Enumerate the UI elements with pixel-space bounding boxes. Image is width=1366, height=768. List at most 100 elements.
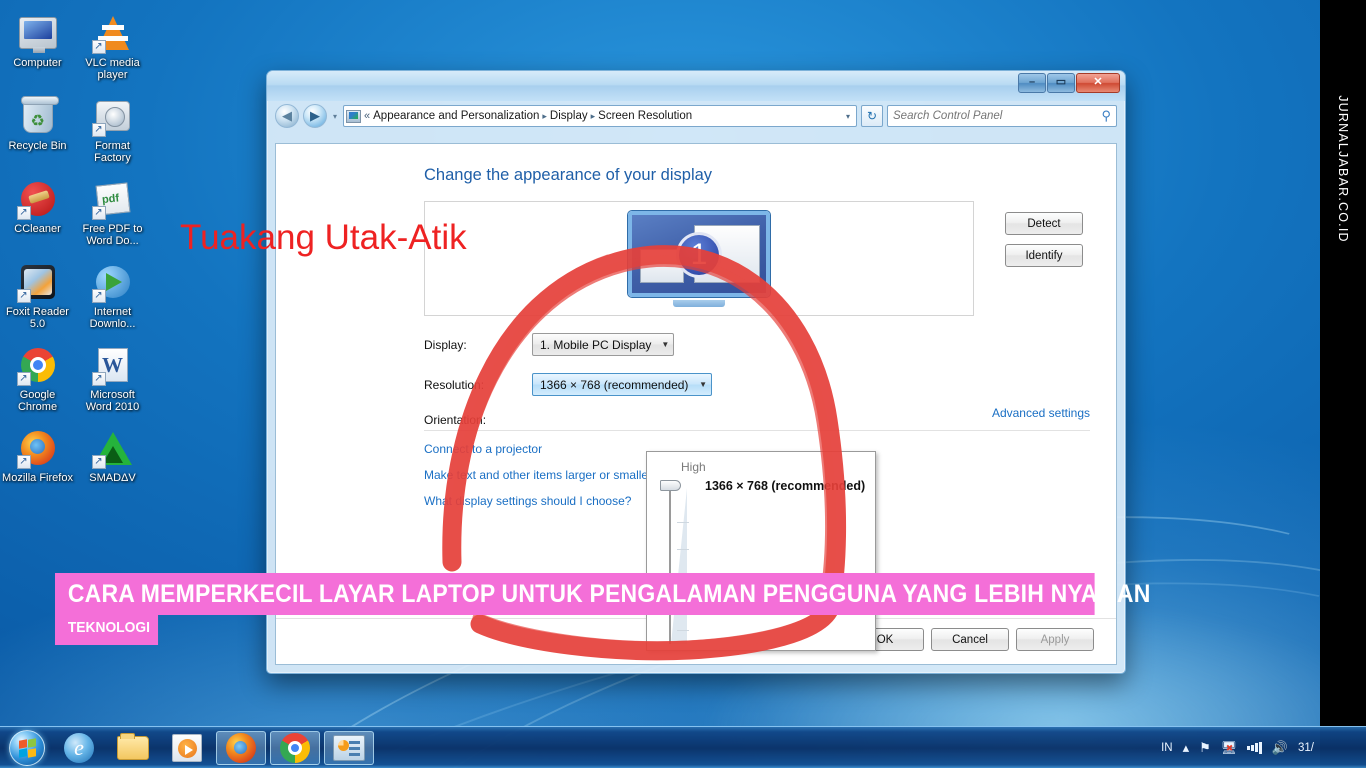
watermark-text: JURNALJABAR.CO.ID: [1336, 95, 1350, 243]
desktop-icon-label: VLC media player: [85, 57, 140, 81]
refresh-button[interactable]: ↻: [861, 105, 883, 127]
resolution-option-1366x768[interactable]: 1366 × 768 (recommended): [705, 479, 865, 493]
display-field-row: Display: 1. Mobile PC Display ▼: [424, 333, 1090, 356]
taskbar-item-control-panel[interactable]: [324, 730, 374, 765]
desktop-icon-label: Internet Downlo...: [89, 306, 136, 330]
orientation-field-row: Orientation:: [424, 413, 1090, 427]
link-what-display-settings[interactable]: What display settings should I choose?: [424, 494, 652, 508]
window-navigation-bar: ◀ ▶ ▾ « Appearance and Personalization ▸…: [275, 101, 1117, 131]
chrome-icon: [280, 732, 310, 763]
resolution-field-row: Resolution: 1366 × 768 (recommended) ▼: [424, 373, 1090, 396]
page-title: Change the appearance of your display: [424, 166, 713, 184]
shortcut-arrow-icon: ↗: [91, 455, 106, 469]
firefox-icon: ↗: [16, 427, 59, 469]
shortcut-arrow-icon: ↗: [91, 40, 106, 54]
link-make-text-larger[interactable]: Make text and other items larger or smal…: [424, 468, 652, 482]
resolution-slider-thumb[interactable]: [660, 480, 681, 491]
breadcrumb-dropdown-icon[interactable]: ▾: [842, 112, 854, 121]
desktop-icon-computer[interactable]: Computer: [0, 6, 75, 89]
display-number-badge: 1: [676, 232, 722, 278]
desktop-icon-label: Format Factory: [94, 140, 131, 164]
advanced-settings-link[interactable]: Advanced settings: [992, 406, 1090, 420]
desktop-icon-free-pdf-to-word[interactable]: ↗ Free PDF to Word Do...: [75, 172, 150, 255]
vlc-icon: ↗: [91, 12, 134, 54]
ccleaner-icon: ↗: [16, 178, 59, 220]
taskbar-item-windows-media-player[interactable]: [162, 731, 212, 765]
breadcrumb-overflow-icon[interactable]: «: [364, 110, 370, 122]
identify-button[interactable]: Identify: [1005, 244, 1083, 267]
desktop-icon-format-factory[interactable]: ↗ Format Factory: [75, 89, 150, 172]
system-tray: IN ▴ ⚑ 🖥 🔊 31/: [1161, 740, 1366, 756]
breadcrumb-item-appearance[interactable]: Appearance and Personalization: [373, 110, 539, 122]
control-panel-icon: [333, 734, 365, 761]
desktop-icon-mozilla-firefox[interactable]: ↗ Mozilla Firefox: [0, 421, 75, 492]
monitor-screen: 1: [628, 211, 770, 297]
control-panel-icon: [346, 109, 362, 123]
link-connect-to-projector[interactable]: Connect to a projector: [424, 442, 652, 456]
preview-action-buttons: Detect Identify: [983, 212, 1083, 276]
desktop-icon-ccleaner[interactable]: ↗ CCleaner: [0, 172, 75, 255]
folder-icon: [117, 732, 149, 760]
desktop-icon-vlc-media-player[interactable]: ↗ VLC media player: [75, 6, 150, 89]
word-icon: ↗: [91, 344, 134, 386]
red-annotation-headline: Tuakang Utak-Atik: [180, 218, 467, 257]
detect-button[interactable]: Detect: [1005, 212, 1083, 235]
breadcrumb-item-screen-resolution[interactable]: Screen Resolution: [598, 110, 692, 122]
desktop-icon-label: Microsoft Word 2010: [85, 389, 140, 413]
start-button[interactable]: [4, 729, 50, 767]
resolution-select[interactable]: 1366 × 768 (recommended) ▼: [532, 373, 712, 396]
desktop-icon-foxit-reader[interactable]: ↗ Foxit Reader 5.0: [0, 255, 75, 338]
recycle-bin-icon: [17, 95, 59, 137]
signal-icon[interactable]: [1247, 741, 1262, 754]
desktop-icon-label: Google Chrome: [17, 389, 58, 413]
minimize-button[interactable]: –: [1018, 73, 1046, 93]
back-button[interactable]: ◀: [275, 104, 299, 128]
clock[interactable]: 31/: [1298, 742, 1314, 754]
desktop-icon-google-chrome[interactable]: ↗ Google Chrome: [0, 338, 75, 421]
display-preview-panel: 1 Detect Identify: [424, 201, 1083, 316]
shortcut-arrow-icon: ↗: [91, 123, 106, 137]
desktop-icon-recycle-bin[interactable]: Recycle Bin: [0, 89, 75, 172]
maximize-button[interactable]: ▭: [1047, 73, 1075, 93]
recent-pages-caret-icon[interactable]: ▾: [331, 112, 339, 121]
language-indicator[interactable]: IN: [1161, 742, 1173, 754]
resolution-select-value: 1366 × 768 (recommended): [540, 377, 689, 392]
desktop-icon-label: Recycle Bin: [8, 140, 67, 152]
media-player-icon: [172, 733, 202, 762]
network-icon[interactable]: 🖥: [1221, 740, 1238, 756]
forward-button[interactable]: ▶: [303, 104, 327, 128]
shortcut-arrow-icon: ↗: [16, 289, 31, 303]
search-box[interactable]: ⚲: [887, 105, 1117, 127]
desktop-icon-label: CCleaner: [14, 223, 61, 235]
window-controls: – ▭ ✕: [1018, 73, 1120, 93]
watermark: JURNALJABAR.CO.ID: [1320, 62, 1366, 282]
foxit-reader-icon: ↗: [16, 261, 59, 303]
shortcut-arrow-icon: ↗: [91, 289, 106, 303]
taskbar-item-google-chrome[interactable]: [270, 730, 320, 765]
breadcrumb[interactable]: « Appearance and Personalization ▸ Displ…: [343, 105, 857, 127]
desktop-icon-internet-download-manager[interactable]: ↗ Internet Downlo...: [75, 255, 150, 338]
display-select[interactable]: 1. Mobile PC Display ▼: [532, 333, 675, 356]
search-input[interactable]: [893, 110, 1102, 122]
desktop-icon-label: Mozilla Firefox: [2, 472, 73, 484]
desktop-icon-microsoft-word[interactable]: ↗ Microsoft Word 2010: [75, 338, 150, 421]
breadcrumb-separator-icon: ▸: [542, 110, 547, 121]
chrome-icon: ↗: [16, 344, 59, 386]
close-button[interactable]: ✕: [1076, 73, 1120, 93]
desktop-icon-smadav[interactable]: ↗ SMADΔV: [75, 421, 150, 492]
resolution-quality-label: High: [681, 460, 706, 474]
internet-download-manager-icon: ↗: [91, 261, 134, 303]
action-center-flag-icon[interactable]: ⚑: [1199, 740, 1211, 756]
breadcrumb-item-display[interactable]: Display: [550, 110, 588, 122]
taskbar-item-internet-explorer[interactable]: [54, 731, 104, 765]
taskbar-item-windows-explorer[interactable]: [108, 731, 158, 765]
pdf-to-word-icon: ↗: [91, 178, 134, 220]
window-titlebar[interactable]: – ▭ ✕: [267, 71, 1125, 101]
show-hidden-icons-button[interactable]: ▴: [1183, 740, 1190, 756]
taskbar-item-mozilla-firefox[interactable]: [216, 730, 266, 765]
taskbar: IN ▴ ⚑ 🖥 🔊 31/: [0, 726, 1366, 768]
orientation-label: Orientation:: [424, 413, 487, 427]
desktop-icon-grid: Computer ↗ VLC media player Recycle Bin …: [0, 6, 160, 492]
volume-icon[interactable]: 🔊: [1272, 740, 1288, 756]
monitor-preview[interactable]: 1: [628, 211, 770, 307]
